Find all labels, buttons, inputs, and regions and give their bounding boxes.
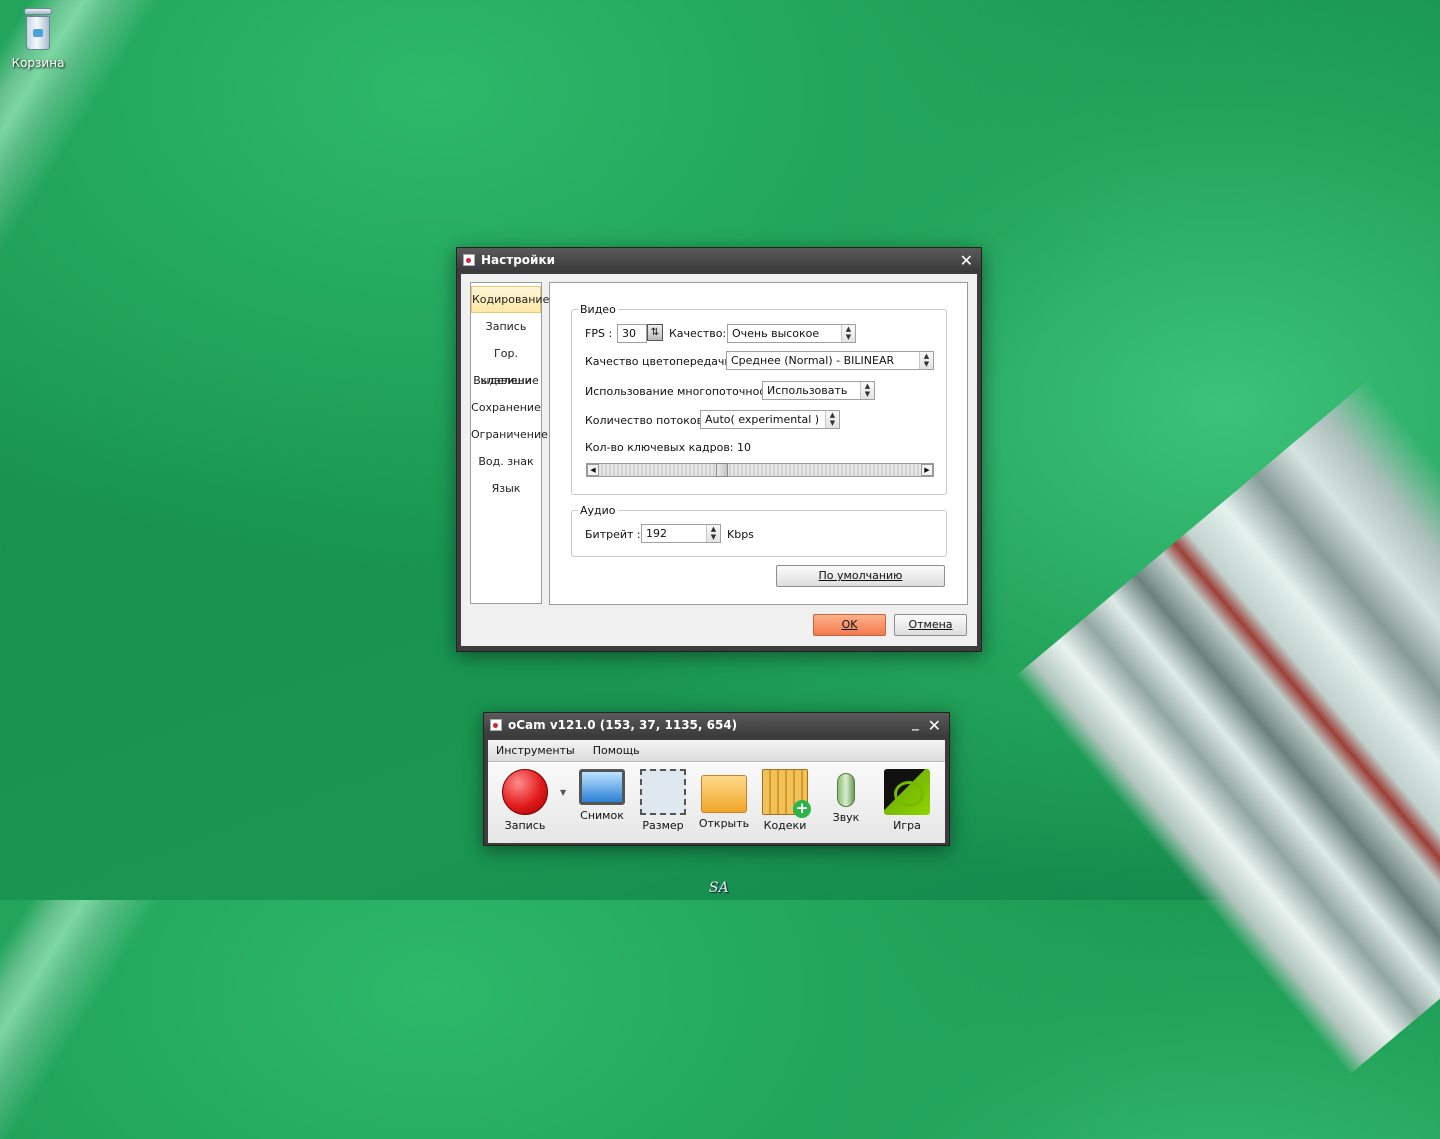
multithreading-select[interactable]: Использовать ▲ ▼ bbox=[762, 381, 875, 400]
ocam-title: oCam v121.0 (153, 37, 1135, 654) bbox=[508, 718, 738, 732]
resize-label: Размер bbox=[642, 819, 684, 832]
film-add-icon bbox=[762, 769, 811, 818]
settings-content: Видео FPS : 30 ⇅ Качество: Очень высокое… bbox=[549, 282, 968, 605]
settings-body: Кодирование Запись Гор. клавиши Выделени… bbox=[461, 274, 977, 646]
wallpaper-signature: SA bbox=[709, 880, 729, 896]
record-button[interactable]: Запись bbox=[494, 769, 556, 832]
menu-tools[interactable]: Инструменты bbox=[496, 744, 575, 757]
record-icon bbox=[502, 769, 548, 815]
wallpaper-chrome-trim bbox=[938, 380, 1440, 1139]
menu-help[interactable]: Помощь bbox=[593, 744, 640, 757]
threads-label: Количество потоков: bbox=[585, 414, 707, 427]
slider-right-arrow-icon[interactable]: ▶ bbox=[921, 464, 933, 476]
ocam-menubar: Инструменты Помощь bbox=[488, 740, 945, 762]
screenshot-label: Снимок bbox=[580, 809, 624, 822]
open-button[interactable]: Открыть bbox=[693, 769, 755, 830]
open-label: Открыть bbox=[698, 817, 750, 830]
ocam-toolbar: Запись ▼ Снимок Размер Открыть Кодеки З bbox=[488, 762, 945, 843]
settings-titlebar[interactable]: Настройки ✕ bbox=[457, 248, 981, 272]
color-quality-select[interactable]: Среднее (Normal) - BILINEAR ▲ ▼ bbox=[726, 351, 934, 370]
cancel-button[interactable]: Отмена bbox=[894, 614, 967, 636]
chevron-down-icon[interactable]: ▼ bbox=[560, 788, 566, 797]
game-button[interactable]: Игра bbox=[876, 769, 938, 832]
bitrate-label: Битрейт : bbox=[585, 528, 641, 541]
nvidia-game-icon bbox=[884, 769, 930, 815]
close-icon[interactable]: ✕ bbox=[960, 251, 973, 270]
sidebar-item-limit[interactable]: Ограничение bbox=[471, 421, 548, 448]
settings-window: Настройки ✕ Кодирование Запись Гор. клав… bbox=[456, 247, 982, 652]
keyframes-slider[interactable]: ◀ ▶ bbox=[586, 463, 934, 477]
quality-select[interactable]: Очень высокое ▲ ▼ bbox=[727, 324, 856, 343]
fps-input[interactable]: 30 bbox=[617, 324, 647, 343]
chevron-updown-icon: ▲ ▼ bbox=[919, 352, 933, 369]
close-icon[interactable]: ✕ bbox=[928, 716, 941, 735]
sound-label: Звук bbox=[832, 811, 860, 824]
game-label: Игра bbox=[893, 819, 921, 832]
slider-left-arrow-icon[interactable]: ◀ bbox=[587, 464, 599, 476]
ocam-body: Инструменты Помощь Запись ▼ Снимок Разме… bbox=[488, 740, 945, 843]
screenshot-button[interactable]: Снимок bbox=[571, 769, 633, 822]
sidebar-item-watermark[interactable]: Вод. знак bbox=[471, 448, 541, 475]
codecs-button[interactable]: Кодеки bbox=[754, 769, 816, 832]
fps-swap-icon[interactable]: ⇅ bbox=[647, 324, 663, 341]
codecs-label: Кодеки bbox=[763, 819, 807, 832]
app-icon bbox=[490, 719, 502, 731]
video-legend: Видео bbox=[580, 303, 616, 316]
settings-title: Настройки bbox=[481, 253, 556, 267]
sidebar-item-encoding[interactable]: Кодирование bbox=[471, 286, 549, 313]
ok-button[interactable]: OK bbox=[813, 614, 886, 636]
resize-icon bbox=[640, 769, 686, 815]
app-icon bbox=[463, 254, 475, 266]
fps-label: FPS : bbox=[585, 327, 613, 340]
audio-legend: Аудио bbox=[580, 504, 616, 517]
recycle-bin-label: Корзина bbox=[11, 56, 65, 70]
ocam-titlebar[interactable]: oCam v121.0 (153, 37, 1135, 654) _ ✕ bbox=[484, 713, 949, 737]
sidebar-item-selection[interactable]: Выделение bbox=[471, 367, 541, 394]
sidebar-item-recording[interactable]: Запись bbox=[471, 313, 541, 340]
sound-button[interactable]: Звук bbox=[815, 769, 877, 824]
record-label: Запись bbox=[504, 819, 546, 832]
sidebar-item-hotkeys[interactable]: Гор. клавиши bbox=[471, 340, 541, 387]
chevron-updown-icon: ▲ ▼ bbox=[825, 411, 839, 428]
chevron-updown-icon: ▲ ▼ bbox=[706, 525, 720, 542]
multithreading-label: Использование многопоточности: bbox=[585, 385, 783, 398]
quality-label: Качество: bbox=[669, 327, 727, 340]
keyframes-label: Кол-во ключевых кадров: 10 bbox=[585, 441, 752, 454]
keyframes-value: 10 bbox=[737, 441, 752, 454]
sidebar-item-saving[interactable]: Сохранение bbox=[471, 394, 541, 421]
microphone-icon bbox=[837, 773, 855, 807]
slider-thumb[interactable] bbox=[716, 463, 728, 477]
color-quality-label: Качество цветопередачи: bbox=[585, 355, 736, 368]
sidebar-item-language[interactable]: Язык bbox=[471, 475, 541, 502]
settings-sidebar: Кодирование Запись Гор. клавиши Выделени… bbox=[470, 282, 549, 604]
folder-icon bbox=[701, 775, 747, 813]
ocam-window: oCam v121.0 (153, 37, 1135, 654) _ ✕ Инс… bbox=[483, 712, 950, 846]
recycle-bin-icon bbox=[22, 8, 54, 52]
chevron-updown-icon: ▲ ▼ bbox=[841, 325, 855, 342]
monitor-icon bbox=[579, 769, 625, 805]
chevron-updown-icon: ▲ ▼ bbox=[860, 382, 874, 399]
bitrate-input[interactable]: 192 ▲ ▼ bbox=[641, 524, 721, 543]
bitrate-unit: Kbps bbox=[727, 528, 754, 541]
minimize-icon[interactable]: _ bbox=[912, 715, 919, 731]
resize-button[interactable]: Размер bbox=[632, 769, 694, 832]
threads-select[interactable]: Auto( experimental ) ▲ ▼ bbox=[700, 410, 840, 429]
recycle-bin-desktop-icon[interactable]: Корзина bbox=[10, 8, 66, 70]
default-button[interactable]: По умолчанию bbox=[776, 565, 945, 587]
